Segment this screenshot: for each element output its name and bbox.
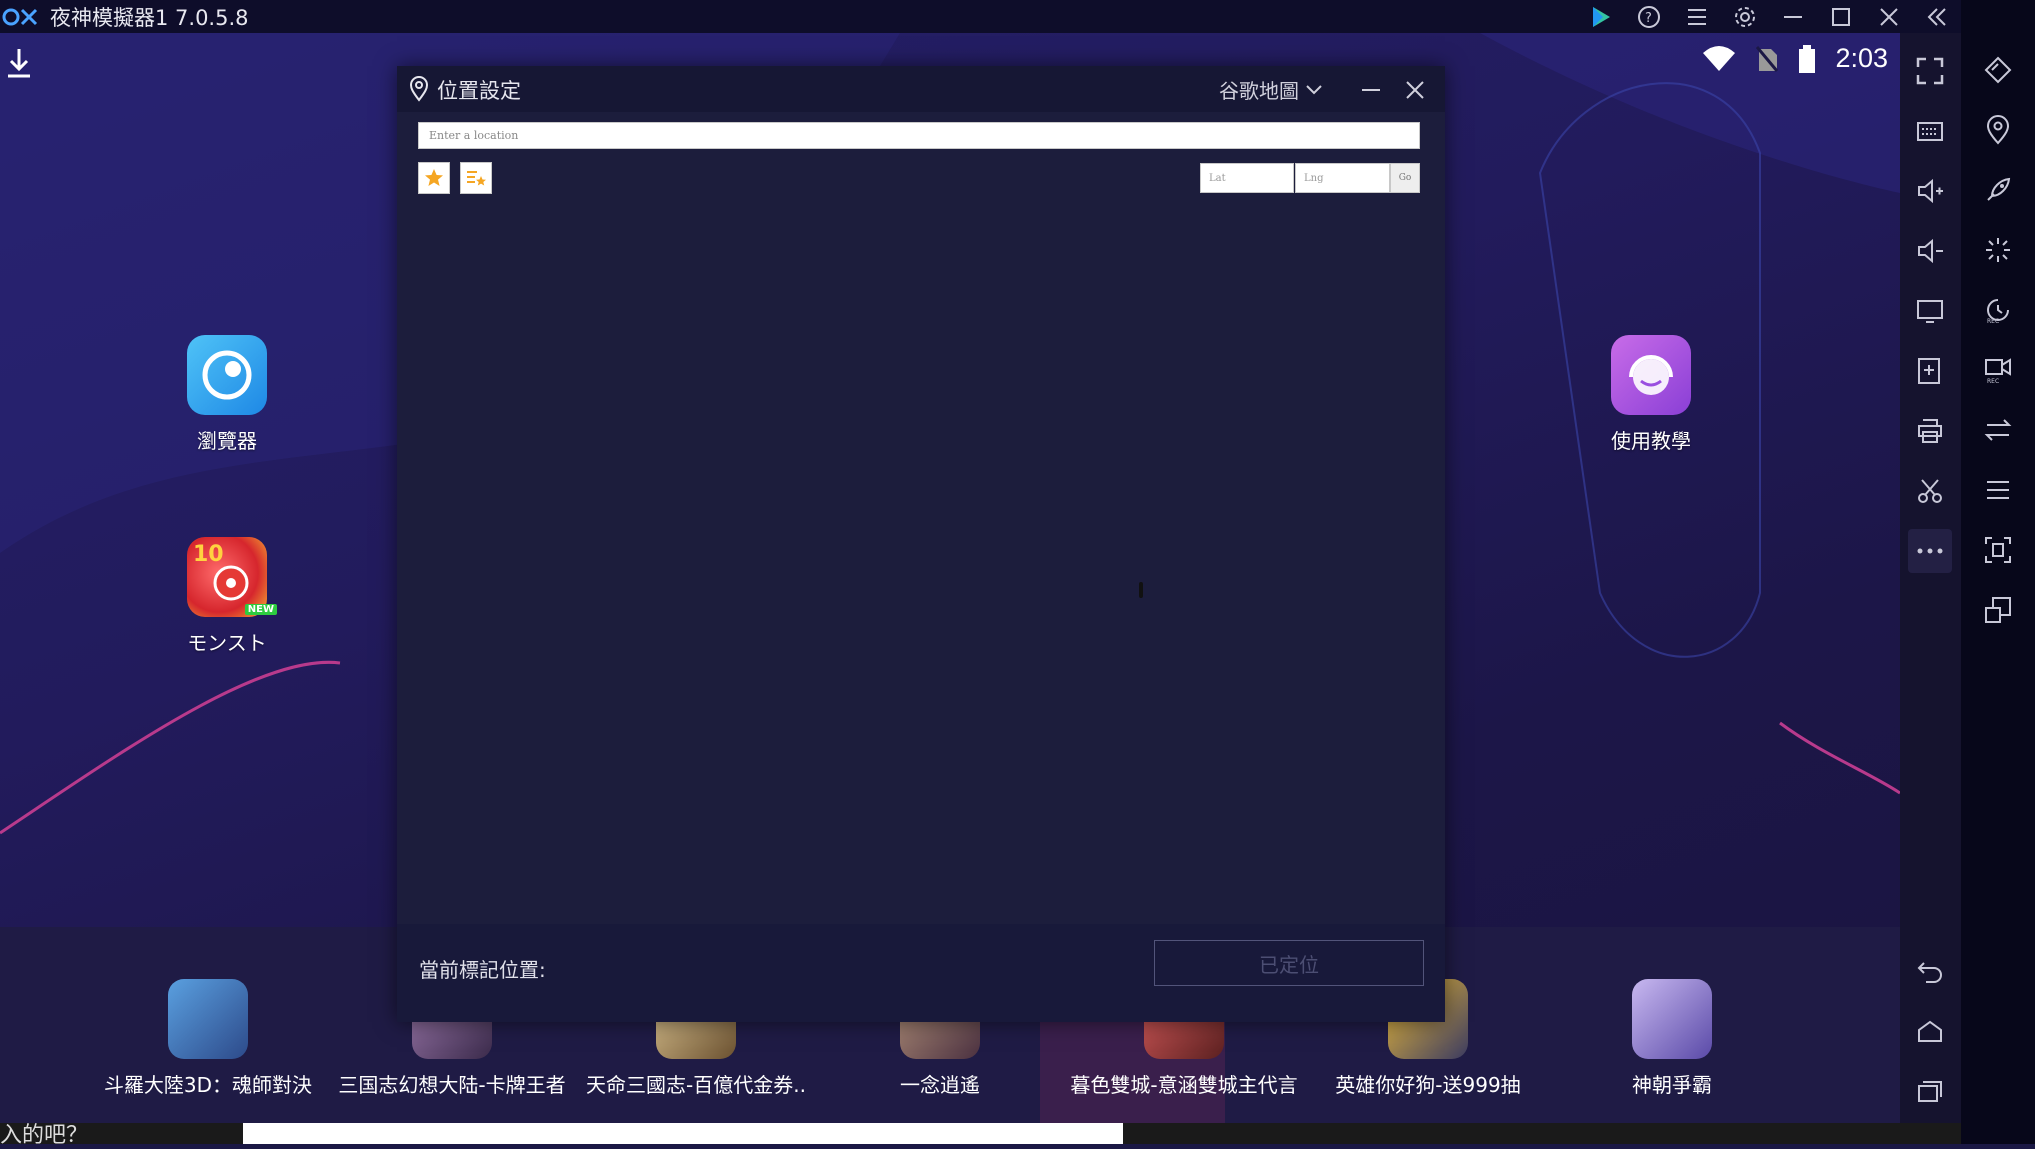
- print-icon[interactable]: [1908, 409, 1952, 453]
- dialog-minimize-icon[interactable]: [1353, 72, 1389, 108]
- multi-window-icon[interactable]: [1976, 588, 2020, 632]
- dock-app-label: 一念逍遙: [900, 1073, 980, 1097]
- transfer-icon[interactable]: [1976, 408, 2020, 452]
- record-icon[interactable]: REC: [1976, 288, 2020, 332]
- app-browser[interactable]: 瀏覽器: [157, 335, 297, 454]
- dock-app-icon: [1632, 979, 1712, 1059]
- android-status-bar: 2:03: [1701, 43, 1888, 74]
- battery-icon: [1799, 44, 1816, 73]
- screenshot-icon[interactable]: [1976, 528, 2020, 572]
- located-button[interactable]: 已定位: [1154, 940, 1424, 986]
- nox-logo: [2, 8, 38, 25]
- shake-icon[interactable]: [1976, 228, 2020, 272]
- new-badge: NEW: [244, 604, 277, 615]
- dock-app-label: 英雄你好狗-送999抽: [1335, 1073, 1521, 1097]
- screen-icon[interactable]: [1908, 289, 1952, 333]
- favorites-list-button[interactable]: [460, 162, 492, 194]
- dock-app-label: 斗羅大陸3D：魂師對決: [103, 1073, 313, 1097]
- bottom-text: 入的吧？: [0, 1123, 89, 1148]
- dock-app-label: 神朝爭霸: [1632, 1073, 1712, 1097]
- svg-text:REC: REC: [1987, 318, 1999, 324]
- favorites-list-icon: [467, 171, 486, 186]
- dialog-title: 位置設定: [437, 79, 521, 103]
- home-icon[interactable]: [1908, 1009, 1952, 1053]
- title-bar: 夜神模擬器1 7.0.5.8 ?: [0, 0, 1961, 33]
- svg-text:?: ?: [1645, 11, 1652, 26]
- collapse-icon[interactable]: [1913, 0, 1961, 33]
- dock-app-icon: [656, 1019, 736, 1059]
- location-pin-icon: [409, 76, 429, 102]
- list-icon[interactable]: [1976, 468, 2020, 512]
- latitude-input[interactable]: [1200, 163, 1294, 193]
- rocket-icon[interactable]: [1976, 168, 2020, 212]
- browser-icon: [187, 335, 267, 415]
- volume-up-icon[interactable]: [1908, 169, 1952, 213]
- dialog-close-icon[interactable]: [1397, 72, 1433, 108]
- more-icon[interactable]: [1908, 529, 1952, 573]
- wifi-icon: [1703, 45, 1736, 71]
- background-strip: 入的吧？: [0, 1123, 1961, 1148]
- svg-text:REC: REC: [1987, 378, 1999, 384]
- volume-down-icon[interactable]: [1908, 229, 1952, 273]
- back-icon[interactable]: [1908, 949, 1952, 993]
- longitude-input[interactable]: [1295, 163, 1390, 193]
- dock-app-label: 天命三國志-百億代金券..: [586, 1073, 806, 1097]
- go-button[interactable]: Go: [1390, 163, 1420, 193]
- loading-marker: [1139, 582, 1143, 598]
- app-label: 使用教學: [1611, 429, 1691, 453]
- dock-app[interactable]: 斗羅大陸3D：魂師對決: [88, 979, 328, 1098]
- dialog-footer: 當前標記位置: 已定位: [397, 924, 1445, 1022]
- toolbar-mid: [1900, 33, 1961, 1123]
- keyboard-icon[interactable]: [1908, 109, 1952, 153]
- app-monst[interactable]: 10 NEW モンスト: [157, 537, 297, 656]
- settings-icon[interactable]: [1721, 0, 1769, 33]
- favorite-button[interactable]: [418, 162, 450, 194]
- close-icon[interactable]: [1865, 0, 1913, 33]
- play-store-icon[interactable]: [1577, 0, 1625, 33]
- add-apk-icon[interactable]: [1908, 349, 1952, 393]
- star-icon: [425, 169, 443, 186]
- map-type-label: 谷歌地圖: [1219, 79, 1299, 103]
- download-icon[interactable]: [4, 47, 34, 79]
- dock-app-label: 暮色雙城-意涵雙城主代言: [1070, 1073, 1298, 1097]
- location-icon[interactable]: [1976, 108, 2020, 152]
- dock-app-icon: [168, 979, 248, 1059]
- diamond-icon[interactable]: [1976, 48, 2020, 92]
- current-location-label: 當前標記位置:: [419, 958, 546, 982]
- no-sim-icon: [1756, 45, 1779, 72]
- maximize-icon[interactable]: [1817, 0, 1865, 33]
- dock-app-icon: [1144, 1019, 1224, 1059]
- help-icon[interactable]: ?: [1625, 0, 1673, 33]
- app-label: モンスト: [187, 631, 267, 655]
- dock-app[interactable]: 神朝爭霸: [1552, 979, 1792, 1098]
- background-window: [243, 1123, 1123, 1144]
- map-area[interactable]: [397, 206, 1445, 924]
- svg-text:10: 10: [193, 542, 224, 567]
- dock-app-icon: [900, 1019, 980, 1059]
- clock: 2:03: [1835, 43, 1888, 73]
- dialog-header: 位置設定 谷歌地圖: [397, 66, 1445, 112]
- app-label: 瀏覽器: [197, 429, 257, 453]
- toolbar-right: REC REC: [1961, 0, 2035, 1144]
- map-type-dropdown[interactable]: 谷歌地圖: [1219, 75, 1323, 104]
- location-settings-dialog: 位置設定 谷歌地圖 Go 當前標記位置: 已定位: [397, 66, 1445, 1022]
- dock-app-icon: [412, 1019, 492, 1059]
- tutorial-icon: [1611, 335, 1691, 415]
- recents-icon[interactable]: [1908, 1069, 1952, 1113]
- fullscreen-icon[interactable]: [1908, 49, 1952, 93]
- scissors-icon[interactable]: [1908, 469, 1952, 513]
- menu-icon[interactable]: [1673, 0, 1721, 33]
- app-tutorial[interactable]: 使用教學: [1581, 335, 1721, 454]
- chevron-down-icon: [1306, 84, 1322, 94]
- monst-icon: 10 NEW: [187, 537, 277, 617]
- dock-app-label: 三国志幻想大陆-卡牌王者: [338, 1073, 566, 1097]
- location-search-input[interactable]: [418, 122, 1420, 149]
- video-icon[interactable]: REC: [1976, 348, 2020, 392]
- minimize-icon[interactable]: [1769, 0, 1817, 33]
- window-title: 夜神模擬器1 7.0.5.8: [50, 5, 249, 30]
